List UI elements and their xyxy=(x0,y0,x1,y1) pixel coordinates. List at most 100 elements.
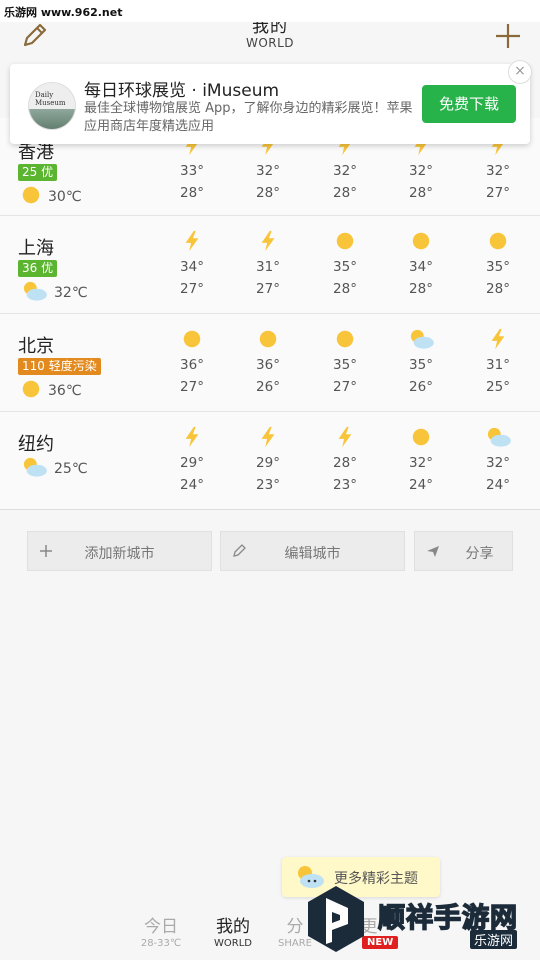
watermark-logo xyxy=(308,886,364,952)
forecast-high: 35° xyxy=(409,357,433,373)
thunder-icon xyxy=(320,426,370,452)
partly-cloudy-icon xyxy=(396,328,446,354)
current-temp: 30℃ xyxy=(48,189,82,205)
sunny-icon xyxy=(167,328,217,354)
forecast-high: 28° xyxy=(333,455,357,471)
forecast-day: 33° 28° xyxy=(167,134,217,204)
new-badge: NEW xyxy=(362,936,399,949)
tab-world-label: 我的 xyxy=(216,917,250,937)
forecast-high: 31° xyxy=(256,259,280,275)
close-icon[interactable]: × xyxy=(508,60,532,84)
edit-city-label: 编辑城市 xyxy=(284,546,341,562)
forecast-day: 34° 27° xyxy=(167,230,217,300)
forecast-low: 27° xyxy=(333,379,357,395)
forecast-day: 29° 24° xyxy=(167,426,217,496)
forecast-day: 32° 28° xyxy=(320,134,370,204)
forecast-low: 28° xyxy=(333,185,357,201)
forecast-high: 29° xyxy=(180,455,204,471)
forecast-low: 27° xyxy=(256,281,280,297)
watermark-subtitle: 乐游网 xyxy=(470,930,518,949)
sunny-icon xyxy=(20,184,42,210)
city-row[interactable]: 上海 36 优 32℃ 34° 27° 31° 27° 35° 28° 34° 28° 35° 28° xyxy=(0,216,540,314)
action-bar: 添加新城市 编辑城市 分享 xyxy=(0,531,540,571)
forecast-high: 35° xyxy=(486,259,510,275)
forecast-low: 28° xyxy=(256,185,280,201)
forecast-high: 32° xyxy=(409,163,433,179)
aqi-badge: 36 优 xyxy=(18,260,58,277)
partly-cloudy-icon xyxy=(20,280,48,306)
forecast-low: 28° xyxy=(180,185,204,201)
city-name: 北京 xyxy=(18,336,54,357)
sunny-icon xyxy=(20,378,42,404)
city-row[interactable]: 纽约 25℃ 29° 24° 29° 23° 28° 23° 32° 24° 32° 24° xyxy=(0,412,540,510)
page-subtitle: WORLD xyxy=(245,36,295,50)
ad-banner[interactable]: Daily Museum 每日环球展览 · iMuseum 最佳全球博物馆展览 … xyxy=(10,60,532,144)
thunder-icon xyxy=(167,230,217,256)
forecast-low: 28° xyxy=(486,281,510,297)
forecast-day: 36° 26° xyxy=(243,328,293,398)
add-icon[interactable] xyxy=(492,20,524,52)
add-city-button[interactable]: 添加新城市 xyxy=(27,531,212,571)
sunny-icon xyxy=(473,230,523,256)
forecast-day: 35° 28° xyxy=(473,230,523,300)
forecast-low: 28° xyxy=(409,281,433,297)
tab-world[interactable]: 我的 WORLD xyxy=(203,912,263,949)
forecast-high: 32° xyxy=(486,455,510,471)
forecast-low: 24° xyxy=(409,477,433,493)
forecast-low: 23° xyxy=(256,477,280,493)
forecast-day: 31° 25° xyxy=(473,328,523,398)
forecast-day: 32° 24° xyxy=(396,426,446,496)
partly-cloudy-icon xyxy=(473,426,523,452)
ad-title: 每日环球展览 · iMuseum xyxy=(84,81,280,101)
forecast-high: 32° xyxy=(333,163,357,179)
sunny-icon xyxy=(396,230,446,256)
current-temp: 32℃ xyxy=(54,285,88,301)
forecast-day: 28° 23° xyxy=(320,426,370,496)
forecast-low: 28° xyxy=(409,185,433,201)
current-weather: 36℃ xyxy=(20,378,82,404)
forecast-day: 32° 28° xyxy=(396,134,446,204)
forecast-high: 32° xyxy=(409,455,433,471)
forecast-high: 31° xyxy=(486,357,510,373)
forecast-day: 32° 27° xyxy=(473,134,523,204)
sunny-icon xyxy=(320,328,370,354)
forecast-low: 28° xyxy=(333,281,357,297)
city-name: 上海 xyxy=(18,238,54,259)
tab-today[interactable]: 今日 28-33℃ xyxy=(131,912,191,949)
share-button[interactable]: 分享 xyxy=(414,531,513,571)
forecast-low: 27° xyxy=(486,185,510,201)
forecast-high: 32° xyxy=(486,163,510,179)
forecast-high: 29° xyxy=(256,455,280,471)
add-city-label: 添加新城市 xyxy=(84,546,155,562)
forecast-low: 27° xyxy=(180,379,204,395)
download-button[interactable]: 免费下载 xyxy=(422,85,516,123)
tab-today-label: 今日 xyxy=(144,917,178,937)
forecast-day: 32° 28° xyxy=(243,134,293,204)
watermark-top-overlay: 乐游网 www.962.net xyxy=(0,0,540,22)
thunder-icon xyxy=(167,426,217,452)
forecast-high: 32° xyxy=(256,163,280,179)
current-weather: 30℃ xyxy=(20,184,82,210)
forecast-low: 26° xyxy=(409,379,433,395)
forecast-day: 31° 27° xyxy=(243,230,293,300)
edit-city-button[interactable]: 编辑城市 xyxy=(220,531,405,571)
forecast-day: 36° 27° xyxy=(167,328,217,398)
ad-description: 最佳全球博物馆展览 App，了解你身边的精彩展览！苹果应用商店年度精选应用 xyxy=(84,101,413,134)
thunder-icon xyxy=(473,328,523,354)
forecast-low: 25° xyxy=(486,379,510,395)
city-row[interactable]: 北京 110 轻度污染 36℃ 36° 27° 36° 26° 35° 27° 35° 26° 31°… xyxy=(0,314,540,412)
city-list: 香港 25 优 30℃ 33° 28° 32° 28° 32° 28° 32° 28° 32° 27° 上… xyxy=(0,118,540,510)
forecast-day: 34° 28° xyxy=(396,230,446,300)
share-label: 分享 xyxy=(465,546,494,562)
tab-today-sub: 28-33℃ xyxy=(140,938,182,949)
forecast-high: 34° xyxy=(180,259,204,275)
sunny-icon xyxy=(396,426,446,452)
forecast-low: 24° xyxy=(180,477,204,493)
thunder-icon xyxy=(243,230,293,256)
forecast-high: 36° xyxy=(180,357,204,373)
aqi-badge: 25 优 xyxy=(18,164,58,181)
aqi-badge: 110 轻度污染 xyxy=(18,358,101,375)
forecast-high: 36° xyxy=(256,357,280,373)
forecast-day: 35° 26° xyxy=(396,328,446,398)
forecast-high: 33° xyxy=(180,163,204,179)
